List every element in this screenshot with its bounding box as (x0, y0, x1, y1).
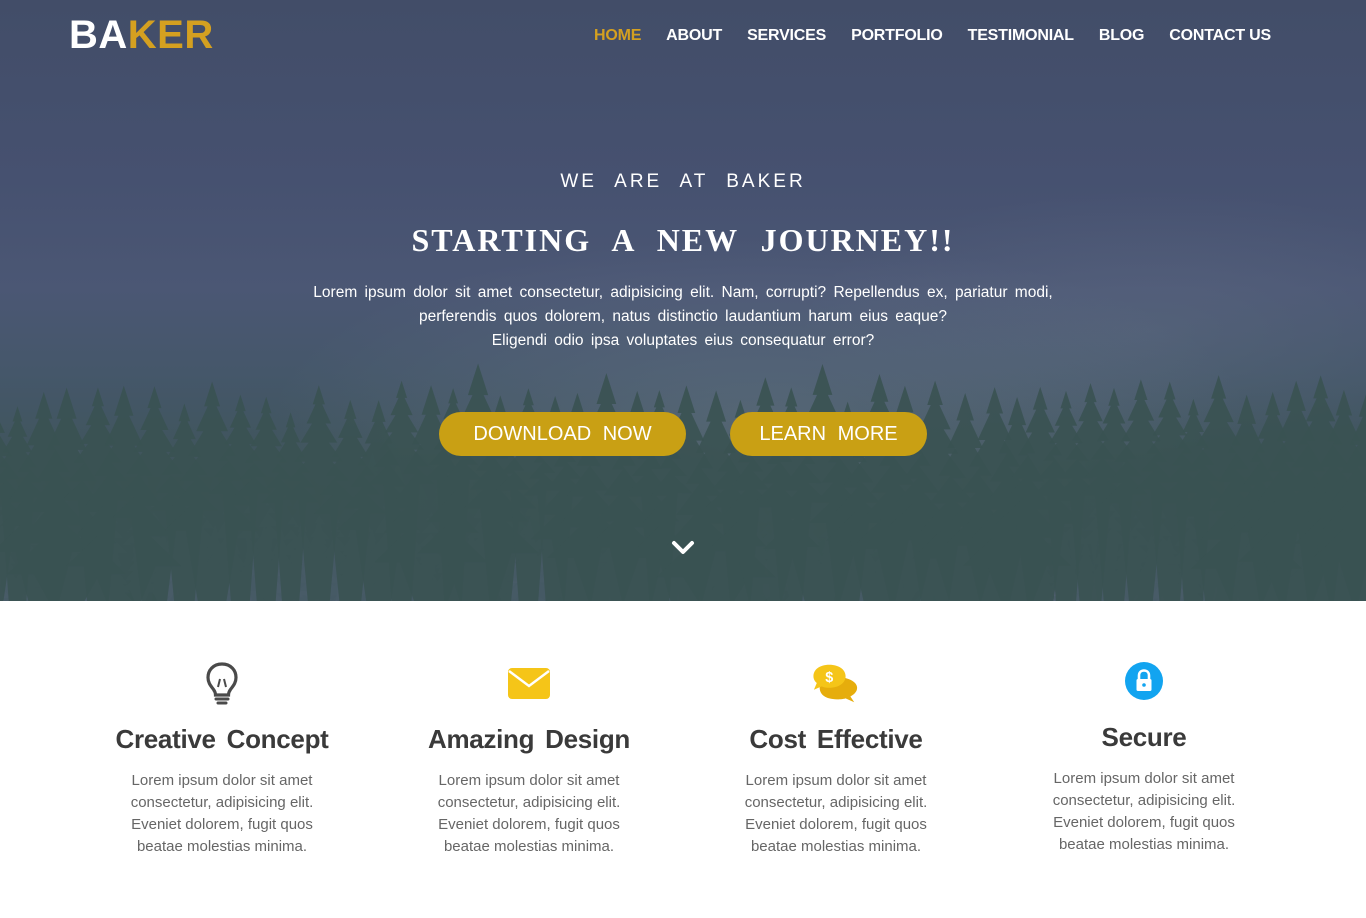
feature-description: Lorem ipsum dolor sit amet consectetur, … (437, 772, 621, 855)
hero-section: BAKER HOME ABOUT SERVICES PORTFOLIO TEST… (0, 0, 1366, 601)
svg-text:$: $ (825, 670, 833, 686)
feature-description: Lorem ipsum dolor sit amet consectetur, … (1052, 770, 1236, 853)
feature-description: Lorem ipsum dolor sit amet consectetur, … (130, 772, 314, 855)
nav-item-services[interactable]: SERVICES (747, 26, 826, 46)
nav-item-blog[interactable]: BLOG (1099, 26, 1145, 46)
hero-headline: STARTING A NEW JOURNEY!! (411, 222, 955, 258)
features-section: Creative Concept Lorem ipsum dolor sit a… (0, 601, 1366, 918)
envelope-icon (505, 659, 553, 707)
hero-lead-line: Lorem ipsum dolor sit amet consectetur, … (313, 284, 1053, 301)
lock-icon (1120, 657, 1168, 705)
learn-more-button[interactable]: LEARN MORE (730, 412, 927, 456)
hero-kicker: WE ARE AT BAKER (560, 171, 806, 192)
dollar-chat-icon: $ (812, 659, 860, 707)
feature-title: Secure (1101, 722, 1187, 752)
nav-item-testimonial[interactable]: TESTIMONIAL (968, 26, 1074, 46)
chevron-down-icon[interactable] (670, 537, 696, 557)
nav-item-portfolio[interactable]: PORTFOLIO (851, 26, 943, 46)
brand-logo-part2: KER (127, 13, 214, 57)
feature-title: Amazing Design (427, 724, 631, 754)
lightbulb-icon (198, 659, 246, 707)
main-nav: HOME ABOUT SERVICES PORTFOLIO TESTIMONIA… (569, 26, 1271, 46)
feature-title: Cost Effective (749, 724, 923, 754)
brand-logo-part1: BA (69, 13, 128, 57)
nav-item-about[interactable]: ABOUT (666, 26, 722, 46)
feature-title: Creative Concept (115, 724, 329, 754)
download-now-button[interactable]: DOWNLOAD NOW (439, 412, 686, 456)
hero-lead-line: Eligendi odio ipsa voluptates eius conse… (491, 332, 875, 349)
nav-item-contact-us[interactable]: CONTACT US (1169, 26, 1271, 46)
feature-description: Lorem ipsum dolor sit amet consectetur, … (744, 772, 928, 855)
brand-logo[interactable]: BAKER (69, 12, 214, 58)
hero-lead: Lorem ipsum dolor sit amet consectetur, … (283, 281, 1083, 353)
hero-lead-line: perferendis quos dolorem, natus distinct… (418, 308, 948, 325)
nav-item-home[interactable]: HOME (594, 26, 641, 46)
